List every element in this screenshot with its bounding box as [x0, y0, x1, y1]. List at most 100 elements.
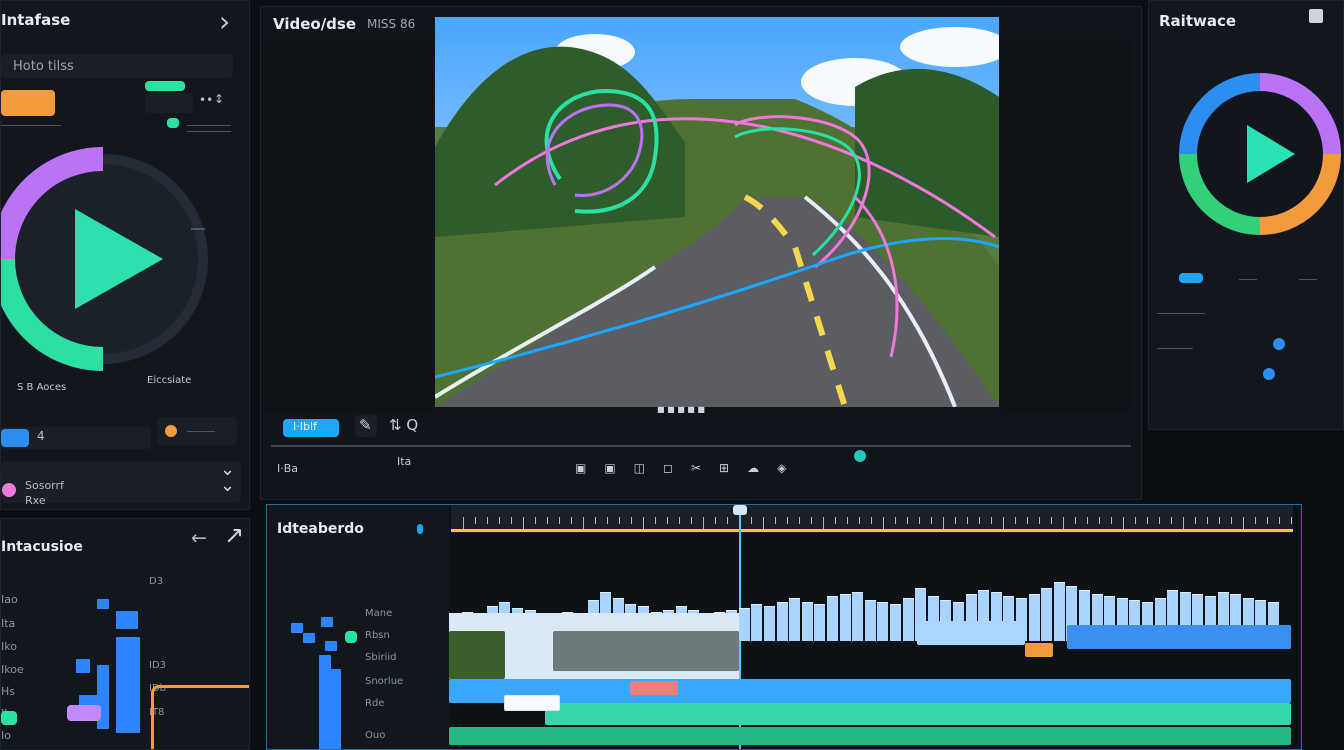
waveform-bar	[776, 602, 788, 641]
slider-knob[interactable]	[1263, 368, 1275, 380]
track-block	[291, 623, 303, 633]
ruler-tick	[883, 517, 884, 529]
toolbar-icons[interactable]: ▣▣◫◻✂⊞☁◈	[575, 461, 804, 475]
ruler-tick	[847, 517, 848, 524]
status-chip	[1179, 273, 1203, 283]
road-preview[interactable]	[435, 17, 999, 407]
ruler-tick	[583, 517, 584, 529]
ruler-tick	[1291, 517, 1292, 524]
accent-clip	[504, 695, 560, 711]
waveform-bar	[814, 604, 826, 641]
toolbar-button-label: I·Iblf	[293, 420, 317, 433]
slider-knob[interactable]	[1273, 338, 1285, 350]
ruler-tick	[655, 517, 656, 524]
divider	[187, 431, 215, 432]
audio-lane	[1067, 625, 1291, 649]
left-bottom-panel: Intacusioe ← ↗ Iao Ita Iko Ikoe Hs Ib Io…	[0, 518, 250, 750]
waveform-bar	[839, 594, 851, 641]
ruler-tick	[931, 517, 932, 524]
ruler-tick	[559, 517, 560, 524]
waveform-bar	[877, 602, 889, 641]
ruler-tick	[511, 517, 512, 524]
ruler-tick	[1111, 517, 1112, 524]
ruler-tick	[1051, 517, 1052, 524]
ruler-tick	[1195, 517, 1196, 524]
orange-button[interactable]	[1, 90, 55, 116]
play-circle-icon[interactable]	[1175, 69, 1344, 239]
track-list	[267, 537, 445, 749]
ruler-tick	[679, 517, 680, 524]
panel-title: Intacusioe	[1, 539, 83, 555]
item-label: Iko	[1, 640, 17, 653]
toggle-track[interactable]	[145, 93, 193, 113]
ruler-tick	[799, 517, 800, 524]
divider	[1157, 348, 1193, 349]
panel-title: Idteaberdo	[277, 521, 364, 537]
ruler-tick	[571, 517, 572, 524]
track-label: Rbsn	[365, 630, 390, 641]
ruler-tick	[463, 517, 464, 529]
waveform-bar	[890, 604, 901, 641]
level-meter	[116, 611, 138, 629]
waveform-bar	[902, 598, 914, 641]
ruler-tick	[787, 517, 788, 524]
ruler-tick	[595, 517, 596, 524]
divider	[1299, 279, 1317, 280]
waveform-bar	[801, 602, 813, 641]
arrows-icon[interactable]: ↕	[214, 92, 224, 106]
waveform-bar	[789, 598, 801, 641]
orange-line	[151, 685, 249, 749]
ruler-tick	[751, 517, 752, 524]
field-label: Hoto tilss	[13, 59, 74, 74]
top-arrow-icon[interactable]: ›	[219, 5, 230, 38]
divider	[187, 125, 231, 126]
ruler-tick	[835, 517, 836, 524]
track-block	[303, 633, 315, 643]
ruler-tick	[1171, 517, 1172, 524]
pink-dot	[2, 483, 16, 497]
waveform-bar	[751, 604, 763, 641]
ruler-tick	[727, 517, 728, 524]
waveform-bar	[1053, 582, 1065, 641]
ellipsis-icon[interactable]: ••	[199, 93, 213, 107]
ruler-tick	[607, 517, 608, 524]
play-circle-icon[interactable]	[1, 141, 221, 381]
external-arrow-icon[interactable]: ↗	[224, 521, 244, 549]
item-label: Ita	[1, 617, 16, 630]
orange-dot	[165, 425, 177, 437]
ruler-tick	[1231, 517, 1232, 524]
purple-chip	[67, 705, 101, 721]
small-right-label: Eiccsiate	[147, 375, 192, 386]
chevron-down-icon[interactable]: ⌄	[220, 475, 235, 496]
playhead-knob[interactable]	[733, 505, 747, 515]
ruler-tick	[523, 517, 524, 529]
ruler-tick	[1159, 517, 1160, 524]
transport-dots[interactable]: ■ ■ ■ ■ ■	[657, 405, 705, 414]
back-arrow-icon[interactable]: ←	[191, 527, 207, 549]
ruler-tick	[955, 517, 956, 524]
item-label: Hs	[1, 685, 16, 698]
side-value: ID3	[149, 660, 167, 671]
track-label: Snorlue	[365, 676, 404, 687]
timeline-panel: Idteaberdo Mane Rbsn Sbiriid Snorlue Rde…	[266, 504, 1302, 750]
waveform-bar	[738, 608, 750, 641]
ruler-tick	[1243, 517, 1244, 529]
settings-icon[interactable]	[1309, 9, 1323, 23]
small-green-indicator	[167, 118, 179, 128]
ruler-tick	[1003, 517, 1004, 529]
ruler-tick	[919, 517, 920, 524]
item-label: Iao	[1, 593, 18, 606]
ruler-tick	[907, 517, 908, 524]
item-label: Io	[1, 729, 11, 742]
waveform-bar	[864, 600, 876, 641]
green-toggle[interactable]	[145, 81, 185, 91]
track-label: Rde	[365, 698, 385, 709]
edit-icon: ✎	[359, 416, 372, 434]
ruler-tick	[1027, 517, 1028, 524]
yellow-progress-line	[451, 529, 1293, 532]
tool-icons[interactable]: ⇅ Q	[389, 416, 418, 434]
waveform-bar	[1028, 594, 1040, 641]
level-meter	[76, 659, 90, 673]
accent-clip	[1025, 643, 1053, 657]
track-label: Ouo	[365, 730, 386, 741]
